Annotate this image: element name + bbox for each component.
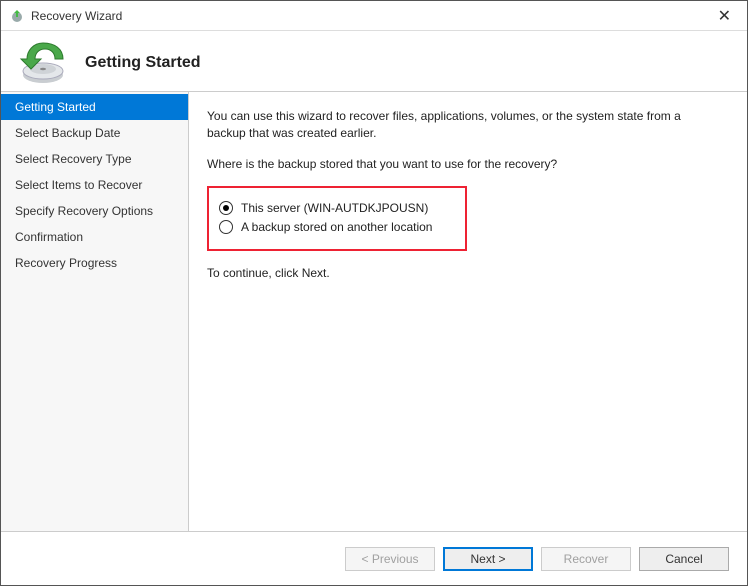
body: Getting Started Select Backup Date Selec… [1, 91, 747, 531]
radio-label: A backup stored on another location [241, 220, 432, 234]
sidebar-item-recovery-progress[interactable]: Recovery Progress [1, 250, 188, 276]
sidebar-item-select-items-to-recover[interactable]: Select Items to Recover [1, 172, 188, 198]
question-text: Where is the backup stored that you want… [207, 156, 721, 173]
radio-icon [219, 201, 233, 215]
sidebar-item-specify-recovery-options[interactable]: Specify Recovery Options [1, 198, 188, 224]
previous-button: < Previous [345, 547, 435, 571]
radio-icon [219, 220, 233, 234]
sidebar-item-confirmation[interactable]: Confirmation [1, 224, 188, 250]
sidebar-item-select-recovery-type[interactable]: Select Recovery Type [1, 146, 188, 172]
sidebar: Getting Started Select Backup Date Selec… [1, 92, 189, 531]
intro-text: You can use this wizard to recover files… [207, 108, 721, 142]
window: Recovery Wizard ✕ Getting Started Gettin… [0, 0, 748, 586]
cancel-button[interactable]: Cancel [639, 547, 729, 571]
sidebar-item-select-backup-date[interactable]: Select Backup Date [1, 120, 188, 146]
content: You can use this wizard to recover files… [189, 92, 747, 531]
app-icon [9, 8, 25, 24]
window-title: Recovery Wizard [31, 9, 710, 23]
page-title: Getting Started [85, 54, 201, 72]
header: Getting Started [1, 31, 747, 91]
radio-another-location[interactable]: A backup stored on another location [219, 220, 455, 234]
radio-label: This server (WIN-AUTDKJPOUSN) [241, 201, 428, 215]
radio-this-server[interactable]: This server (WIN-AUTDKJPOUSN) [219, 201, 455, 215]
titlebar: Recovery Wizard ✕ [1, 1, 747, 31]
footer: < Previous Next > Recover Cancel [1, 531, 747, 585]
recovery-icon [19, 39, 67, 87]
next-button[interactable]: Next > [443, 547, 533, 571]
close-icon[interactable]: ✕ [710, 6, 739, 26]
sidebar-item-getting-started[interactable]: Getting Started [1, 94, 188, 120]
backup-location-group: This server (WIN-AUTDKJPOUSN) A backup s… [207, 186, 467, 251]
hint-text: To continue, click Next. [207, 265, 721, 282]
recover-button: Recover [541, 547, 631, 571]
